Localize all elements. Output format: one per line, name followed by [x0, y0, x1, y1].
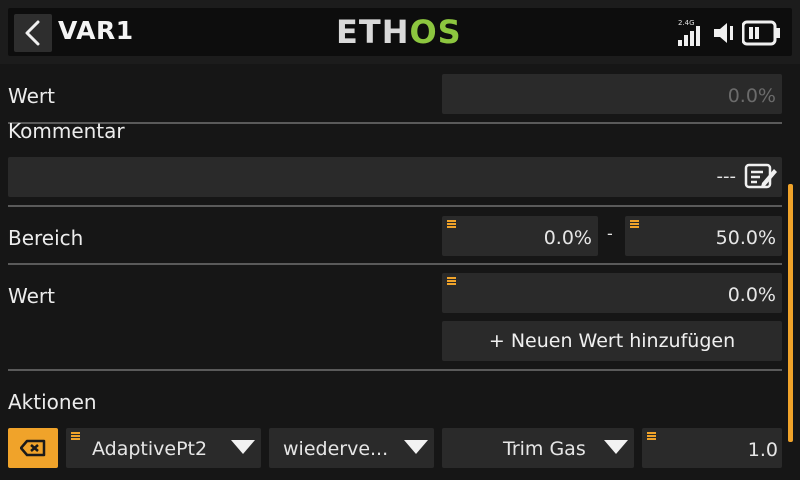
wert-top-value: 0.0%	[727, 85, 776, 107]
scrollbar[interactable]	[788, 184, 793, 442]
edit-marker-icon	[630, 220, 639, 228]
delete-action-button[interactable]	[8, 428, 58, 468]
logo-text-eth: ETH	[336, 13, 410, 51]
edit-marker-icon	[647, 432, 656, 440]
action-mode-dropdown[interactable]: wiederve...	[269, 428, 434, 468]
logo-text-os: OS	[409, 13, 462, 51]
backspace-icon	[20, 439, 46, 457]
edit-marker-icon	[71, 432, 80, 440]
bereich-min-value: 0.0%	[543, 227, 592, 249]
action-target-value: Trim Gas	[503, 438, 586, 460]
action-amount-value: 1.0	[747, 439, 778, 461]
speaker-icon	[714, 23, 733, 43]
action-mode-value: wiederve...	[283, 438, 389, 460]
divider	[8, 369, 782, 371]
signal-band-label: 2.4G	[678, 19, 695, 27]
edit-icon[interactable]	[744, 161, 778, 191]
bereich-max-value: 50.0%	[715, 227, 776, 249]
bereich-max-field[interactable]: 50.0%	[625, 216, 782, 256]
top-bar: VAR1 ETHOS 2.4G	[0, 0, 800, 64]
dropdown-arrow-icon	[231, 440, 255, 454]
range-separator: -	[607, 224, 613, 243]
wert-label: Wert	[8, 284, 55, 308]
wert-field[interactable]: 0.0%	[442, 273, 782, 313]
divider	[8, 263, 782, 265]
status-area: 2.4G	[670, 0, 800, 64]
bereich-label: Bereich	[8, 226, 84, 250]
divider	[8, 205, 782, 207]
aktionen-label: Aktionen	[8, 390, 97, 414]
page-title: VAR1	[58, 16, 134, 45]
add-value-button[interactable]: + Neuen Wert hinzufügen	[442, 321, 782, 361]
action-amount-field[interactable]: 1.0	[642, 428, 782, 468]
ethos-logo: ETHOS	[336, 15, 462, 49]
back-button[interactable]	[14, 14, 52, 52]
edit-marker-icon	[447, 220, 456, 228]
comment-field[interactable]: ---	[8, 157, 782, 197]
action-target-dropdown[interactable]: Trim Gas	[442, 428, 634, 468]
comment-value: ---	[716, 166, 737, 187]
kommentar-label: Kommentar	[8, 119, 125, 143]
edit-marker-icon	[447, 277, 456, 285]
dropdown-arrow-icon	[404, 440, 428, 454]
signal-strength-icon: 2.4G	[678, 19, 700, 46]
dropdown-arrow-icon	[604, 440, 628, 454]
battery-icon	[742, 20, 780, 46]
wert-top-label: Wert	[8, 84, 55, 108]
wert-value: 0.0%	[727, 284, 776, 306]
action-source-value: AdaptivePt2	[92, 438, 208, 460]
action-source-dropdown[interactable]: AdaptivePt2	[66, 428, 261, 468]
bereich-min-field[interactable]: 0.0%	[442, 216, 598, 256]
chevron-left-icon	[25, 20, 40, 46]
wert-top-field: 0.0%	[442, 74, 782, 114]
